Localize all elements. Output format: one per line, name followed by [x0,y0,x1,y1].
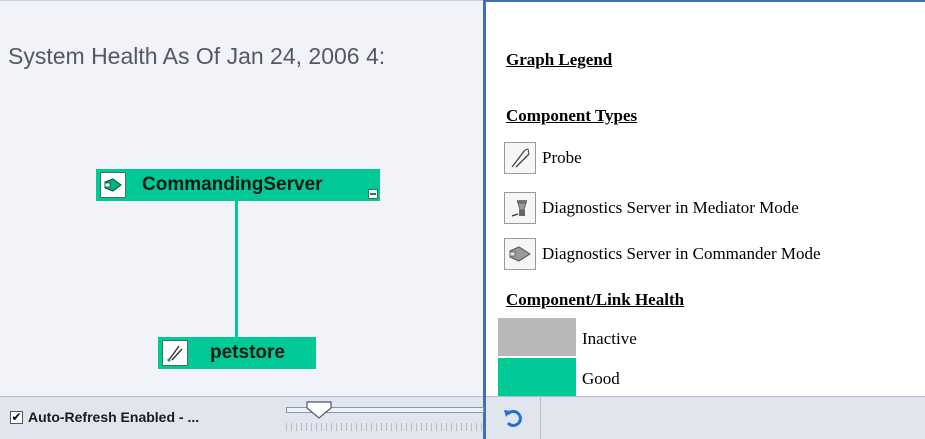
legend-item-commander: Diagnostics Server in Commander Mode [504,238,821,270]
slider-thumb[interactable] [306,401,332,419]
auto-refresh-label[interactable]: Auto-Refresh Enabled - ... [28,409,199,425]
auto-refresh-checkbox[interactable]: ✔ [10,411,23,424]
legend-item-label: Probe [542,148,582,167]
probe-icon [504,142,536,174]
legend-title: Graph Legend [506,50,613,69]
node-label: CommandingServer [142,174,323,195]
commander-icon [100,172,126,198]
mediator-icon [504,192,536,224]
collapse-button[interactable] [368,189,378,199]
node-petstore[interactable]: petstore [158,337,316,369]
good-swatch [498,358,576,396]
probe-icon [162,340,188,366]
slider-ticks [286,423,482,431]
refresh-icon [504,410,522,427]
refresh-button[interactable] [486,396,540,439]
component-types-heading: Component Types [506,106,638,125]
good-label: Good [582,369,620,388]
graph-legend: Graph Legend Component Types Probe Diagn… [486,2,925,396]
inactive-label: Inactive [582,329,637,348]
legend-item-label: Diagnostics Server in Commander Mode [542,244,821,263]
component-health-heading: Component/Link Health [506,290,685,309]
graph-title: System Health As Of Jan 24, 2006 4: [8,43,386,69]
legend-item-mediator: Diagnostics Server in Mediator Mode [504,192,799,224]
zoom-slider[interactable] [286,401,484,435]
node-label: petstore [210,342,285,363]
commander-icon [504,238,536,270]
status-bar [540,396,925,439]
graph-toolbar: ✔ Auto-Refresh Enabled - ... [0,396,484,439]
graph-pane[interactable]: System Health As Of Jan 24, 2006 4: Comm… [0,0,485,397]
legend-item-probe: Probe [504,142,582,174]
inactive-swatch [498,318,576,356]
legend-item-label: Diagnostics Server in Mediator Mode [542,198,799,217]
node-commanding-server[interactable]: CommandingServer [96,169,380,201]
health-link[interactable] [235,201,238,337]
